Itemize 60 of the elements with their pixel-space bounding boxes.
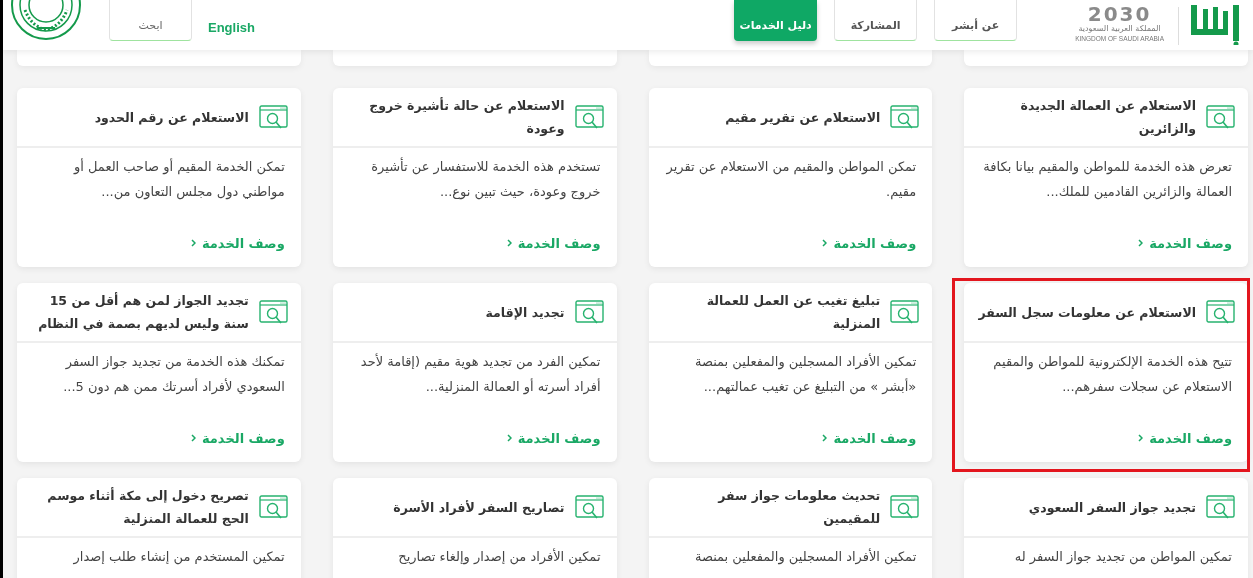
- card-title: الاستعلام عن حالة تأشيرة خروج وعودة: [368, 96, 565, 138]
- card-description: تعرض هذه الخدمة للمواطن والمقيم بيانا بكافة العمالة والزائرين القادمين للملك...: [982, 158, 1232, 202]
- card-title: تجديد جواز السفر السعودي: [1028, 498, 1196, 517]
- search-window-icon: [574, 494, 605, 520]
- chevron-icon: [190, 239, 196, 248]
- language-link[interactable]: English: [208, 17, 255, 37]
- card-title: تحديث معلومات جواز سفر للمقيمين: [716, 487, 881, 528]
- search-window-icon: [258, 494, 289, 520]
- nav-tab[interactable]: عن أبشر: [934, 0, 1018, 41]
- card-description: تمكن المواطن والمقيم من الاستعلام عن تقرير مقيم.: [665, 158, 917, 202]
- service-link[interactable]: وصف الخدمة: [1138, 428, 1232, 448]
- card-title: تجديد الإقامة: [485, 303, 565, 322]
- card-title: الاستعلام عن العمالة الجديدة والزائرين: [1019, 97, 1196, 138]
- search-window-icon: [890, 494, 921, 520]
- search-window-icon: [1206, 494, 1236, 520]
- nav-tab[interactable]: المشاركة: [834, 0, 918, 41]
- card-description: تمكين المواطن من تجديد جواز السفر له: [1013, 548, 1232, 567]
- card-description: تمكين المستخدم من إنشاء طلب إصدار: [72, 548, 285, 567]
- search-window-icon: [574, 104, 605, 130]
- nav-tab[interactable]: دليل الخدمات: [734, 0, 818, 41]
- card-description: تمكين الأفراد من إصدار وإلغاء تصاريح: [397, 547, 601, 567]
- chevron-icon: [506, 239, 512, 248]
- card-title: الاستعلام عن رقم الحدود: [94, 108, 249, 128]
- card-description: تستخدم هذه الخدمة للاستفسار عن تأشيرة خروج وعودة، حيث تبين نوع...: [370, 156, 601, 202]
- chevron-icon: [190, 434, 196, 443]
- chevron-icon: [822, 434, 828, 443]
- card-description: تمكنك هذه الخدمة من تجديد جواز السفر السعودي لأفراد أسرتك ممن هم دون 5...: [62, 353, 285, 397]
- card-title: تجديد الجواز لمن هم أقل من 15 سنة وليس لديهم بصمة في النظام: [37, 291, 249, 334]
- vision-logo-year: 2030: [1087, 4, 1152, 24]
- chevron-icon: [822, 239, 828, 248]
- vision-logo-caption: المملكة العربية السعودية: [1078, 24, 1161, 34]
- search-window-icon: [258, 299, 289, 325]
- chevron-icon: [506, 434, 512, 443]
- card-description: تمكين الأفراد المسجلين والمفعلين بمنصة: [693, 547, 917, 567]
- absher-logo-icon[interactable]: [1178, 7, 1241, 45]
- card-title: تصريح دخول إلى مكة أثناء موسم الحج للعمالة المنزلية: [46, 486, 249, 528]
- search-window-icon: [258, 104, 289, 130]
- service-link[interactable]: وصف الخدمة: [1138, 233, 1232, 253]
- search-window-icon: [890, 104, 921, 130]
- card-title: الاستعلام عن تقرير مقيم: [725, 108, 881, 128]
- search-button[interactable]: ابحث: [109, 0, 192, 41]
- card-title: تصاريح السفر لأفراد الأسرة: [393, 498, 565, 517]
- card-description: تمكين الفرد من تجديد هوية مقيم (إقامة لأحد أفراد أسرته أو العمالة المنزلية...: [359, 352, 601, 397]
- chevron-icon: [1138, 239, 1144, 248]
- card-description: تتيح هذه الخدمة الإلكترونية للمواطن والمقيم الاستعلام عن سجلات سفرهم...: [992, 353, 1232, 397]
- search-window-icon: [574, 299, 605, 325]
- card-title: الاستعلام عن معلومات سجل السفر: [978, 303, 1196, 323]
- chevron-icon: [1138, 434, 1144, 443]
- service-link[interactable]: وصف الخدمة: [822, 428, 917, 448]
- service-link[interactable]: وصف الخدمة: [506, 428, 601, 448]
- card-description: تمكين الأفراد المسجلين والمفعلين بمنصة «أبشر » من التبليغ عن تغيب عمالتهم...: [693, 352, 917, 397]
- card-title: تبليغ تغيب عن العمل للعمالة المنزلية: [705, 292, 881, 333]
- search-window-icon: [1206, 104, 1236, 130]
- service-link[interactable]: وصف الخدمة: [822, 233, 917, 253]
- search-window-icon: [1206, 299, 1236, 325]
- service-link[interactable]: وصف الخدمة: [506, 233, 601, 253]
- search-window-icon: [890, 299, 921, 325]
- service-link[interactable]: وصف الخدمة: [190, 233, 285, 253]
- service-link[interactable]: وصف الخدمة: [190, 428, 285, 448]
- card-description: تمكن الخدمة المقيم أو صاحب العمل أو مواطني دول مجلس التعاون من...: [72, 157, 285, 202]
